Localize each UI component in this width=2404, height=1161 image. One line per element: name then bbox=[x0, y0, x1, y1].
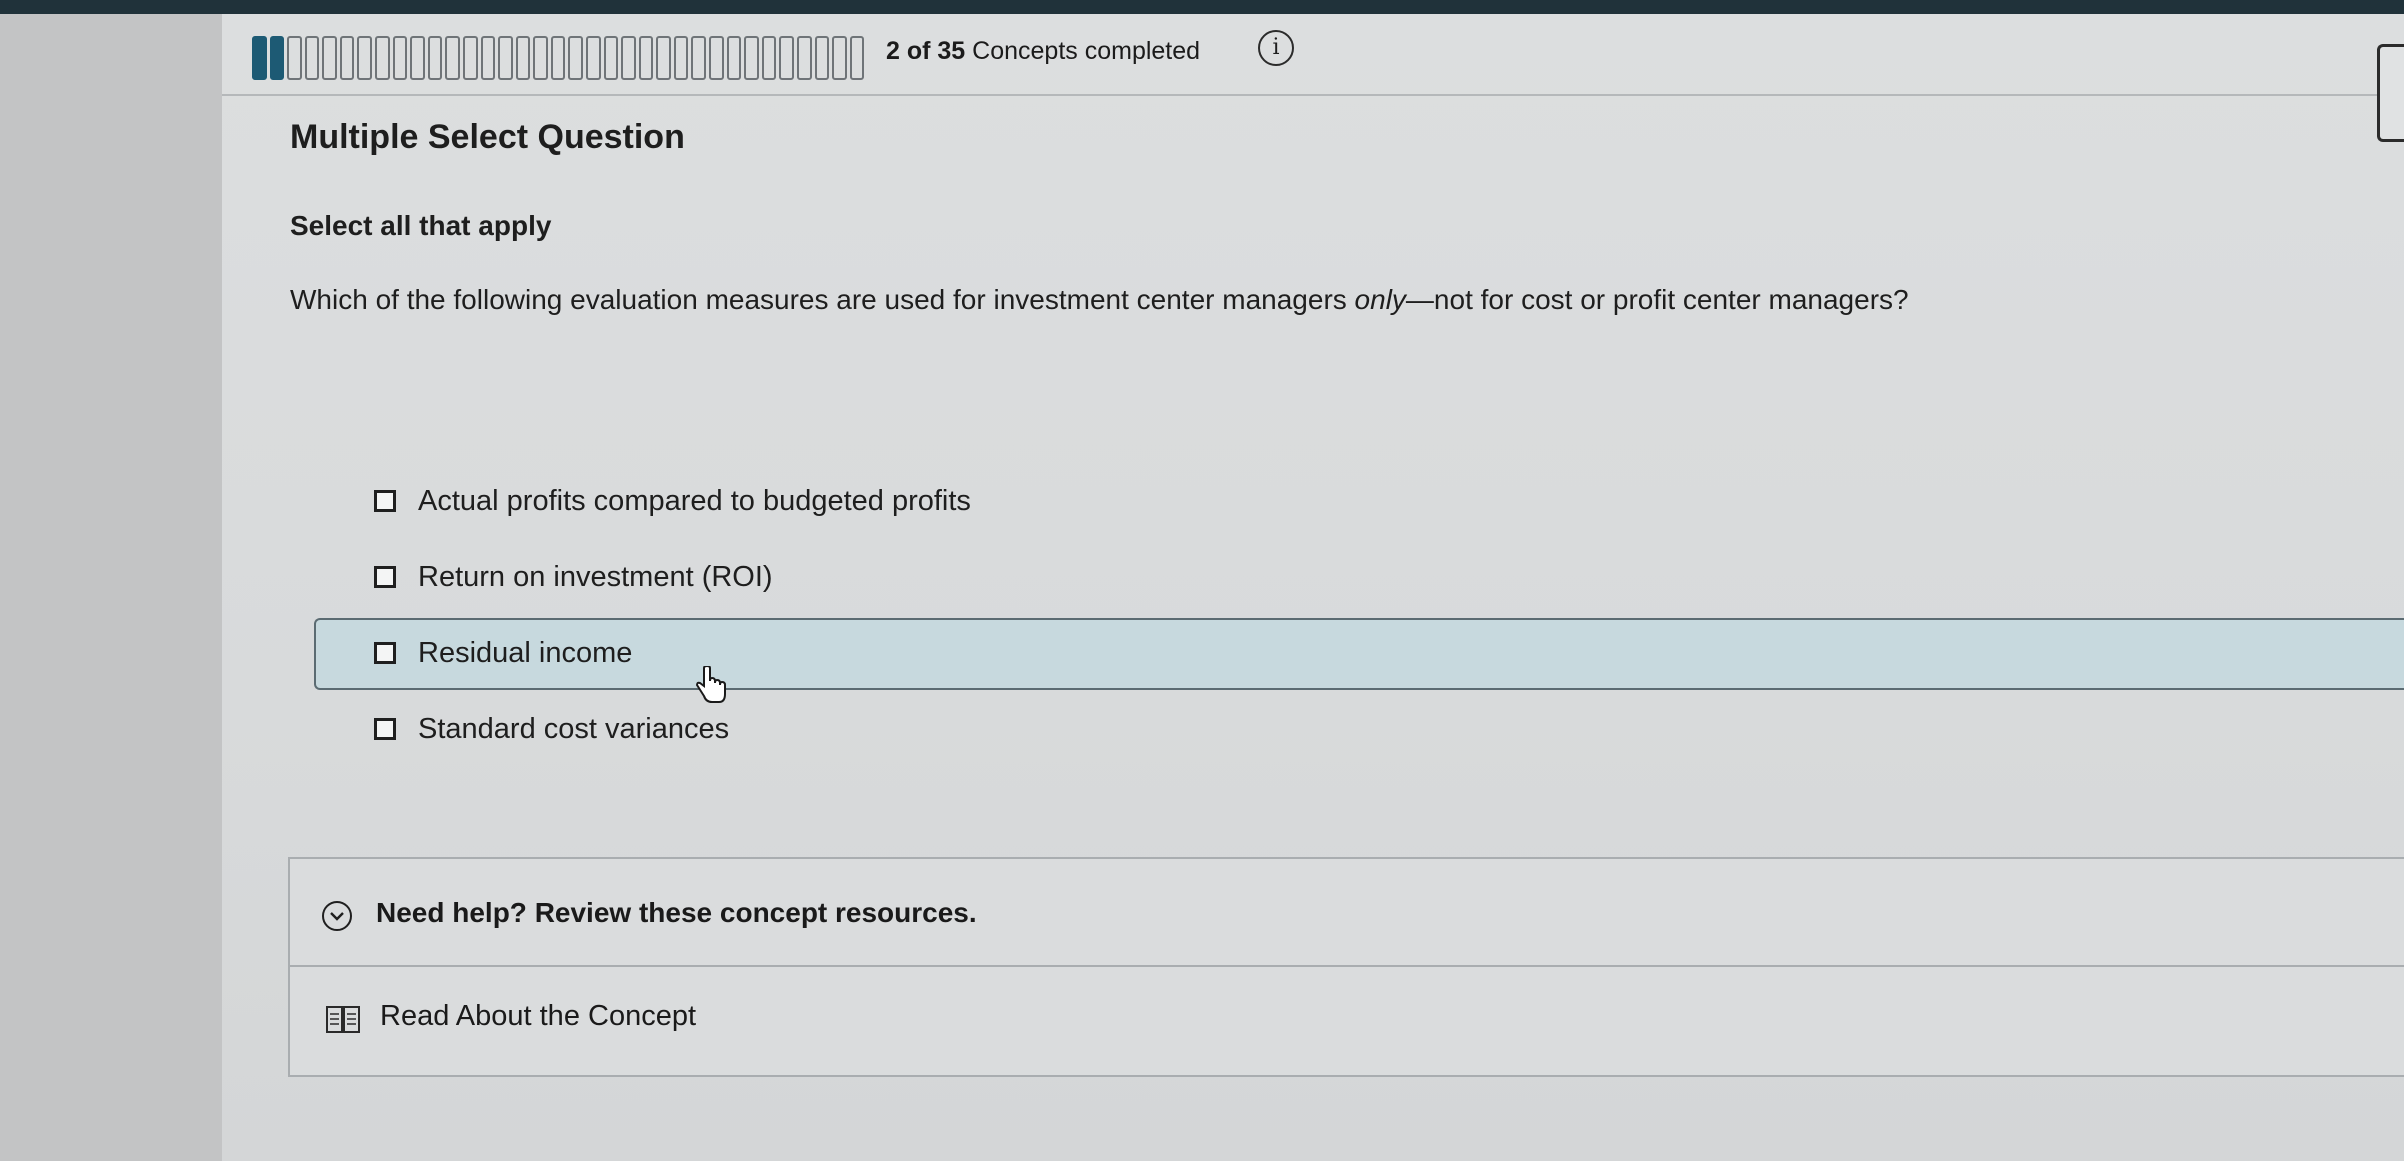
progress-segment bbox=[691, 36, 707, 80]
progress-segment bbox=[445, 36, 460, 80]
option-label: Return on investment (ROI) bbox=[418, 561, 773, 593]
progress-segment bbox=[726, 36, 742, 80]
prompt-emphasis: only bbox=[1354, 284, 1406, 315]
option-label: Residual income bbox=[418, 637, 633, 669]
progress-segment bbox=[427, 36, 443, 80]
progress-segment bbox=[392, 36, 408, 80]
option-checkbox[interactable] bbox=[374, 490, 396, 512]
help-toggle-label[interactable]: Need help? Review these concept resource… bbox=[376, 897, 977, 929]
progress-segment bbox=[375, 36, 390, 80]
help-toggle[interactable]: Need help? Review these concept resource… bbox=[290, 859, 2404, 967]
progress-segment bbox=[638, 36, 654, 80]
chevron-down-circle-icon[interactable] bbox=[322, 901, 352, 931]
side-panel-tab[interactable] bbox=[2377, 44, 2404, 142]
book-icon bbox=[326, 1006, 360, 1033]
progress-segment bbox=[621, 36, 636, 80]
question-page: 2 of 35 Concepts completed i Multiple Se… bbox=[222, 14, 2404, 1161]
option-standard-cost-variances[interactable]: Standard cost variances bbox=[314, 694, 2404, 766]
progress-bar bbox=[252, 36, 865, 80]
prompt-text-before: Which of the following evaluation measur… bbox=[290, 284, 1355, 315]
progress-segment bbox=[322, 36, 337, 80]
progress-segment bbox=[761, 36, 777, 80]
progress-segment bbox=[796, 36, 812, 80]
option-roi[interactable]: Return on investment (ROI) bbox=[314, 542, 2404, 614]
option-label: Standard cost variances bbox=[418, 713, 730, 745]
progress-header: 2 of 35 Concepts completed i bbox=[222, 14, 2404, 96]
hand-cursor-icon bbox=[695, 666, 726, 703]
progress-segment bbox=[709, 36, 724, 80]
progress-segment bbox=[673, 36, 689, 80]
progress-segment bbox=[287, 36, 302, 80]
option-checkbox[interactable] bbox=[374, 642, 396, 664]
option-checkbox[interactable] bbox=[374, 566, 396, 588]
progress-segment bbox=[533, 36, 548, 80]
progress-segment bbox=[357, 36, 373, 80]
progress-segment bbox=[568, 36, 583, 80]
progress-segment bbox=[410, 36, 425, 80]
progress-segment bbox=[849, 36, 865, 80]
help-resources-panel: Need help? Review these concept resource… bbox=[288, 857, 2404, 1077]
top-band bbox=[0, 0, 2404, 14]
option-residual-income[interactable]: Residual income bbox=[314, 618, 2404, 690]
left-gutter bbox=[0, 14, 222, 1161]
progress-count: 2 of 35 bbox=[886, 37, 966, 65]
progress-segment bbox=[480, 36, 496, 80]
progress-segment bbox=[603, 36, 619, 80]
progress-segment bbox=[832, 36, 847, 80]
question-prompt: Which of the following evaluation measur… bbox=[290, 284, 1909, 316]
progress-segment bbox=[550, 36, 566, 80]
progress-segment bbox=[744, 36, 759, 80]
progress-segment bbox=[304, 36, 320, 80]
option-checkbox[interactable] bbox=[374, 718, 396, 740]
progress-segment bbox=[269, 36, 285, 80]
option-label: Actual profits compared to budgeted prof… bbox=[418, 485, 971, 517]
progress-segment bbox=[252, 36, 267, 80]
question-instruction: Select all that apply bbox=[290, 210, 552, 241]
prompt-text-after: —not for cost or profit center managers? bbox=[1405, 284, 1909, 315]
question-type-title: Multiple Select Question bbox=[290, 118, 685, 156]
progress-segment bbox=[585, 36, 601, 80]
info-icon[interactable]: i bbox=[1258, 30, 1294, 66]
read-about-concept-link[interactable]: Read About the Concept bbox=[380, 1000, 696, 1033]
progress-segment bbox=[339, 36, 355, 80]
option-actual-profits[interactable]: Actual profits compared to budgeted prof… bbox=[314, 466, 2404, 538]
progress-label: Concepts completed bbox=[972, 37, 1201, 65]
progress-segment bbox=[656, 36, 671, 80]
progress-segment bbox=[779, 36, 794, 80]
progress-segment bbox=[498, 36, 513, 80]
progress-segment bbox=[462, 36, 478, 80]
progress-segment bbox=[814, 36, 830, 80]
progress-text: 2 of 35 Concepts completed bbox=[886, 36, 1200, 66]
progress-segment bbox=[515, 36, 531, 80]
